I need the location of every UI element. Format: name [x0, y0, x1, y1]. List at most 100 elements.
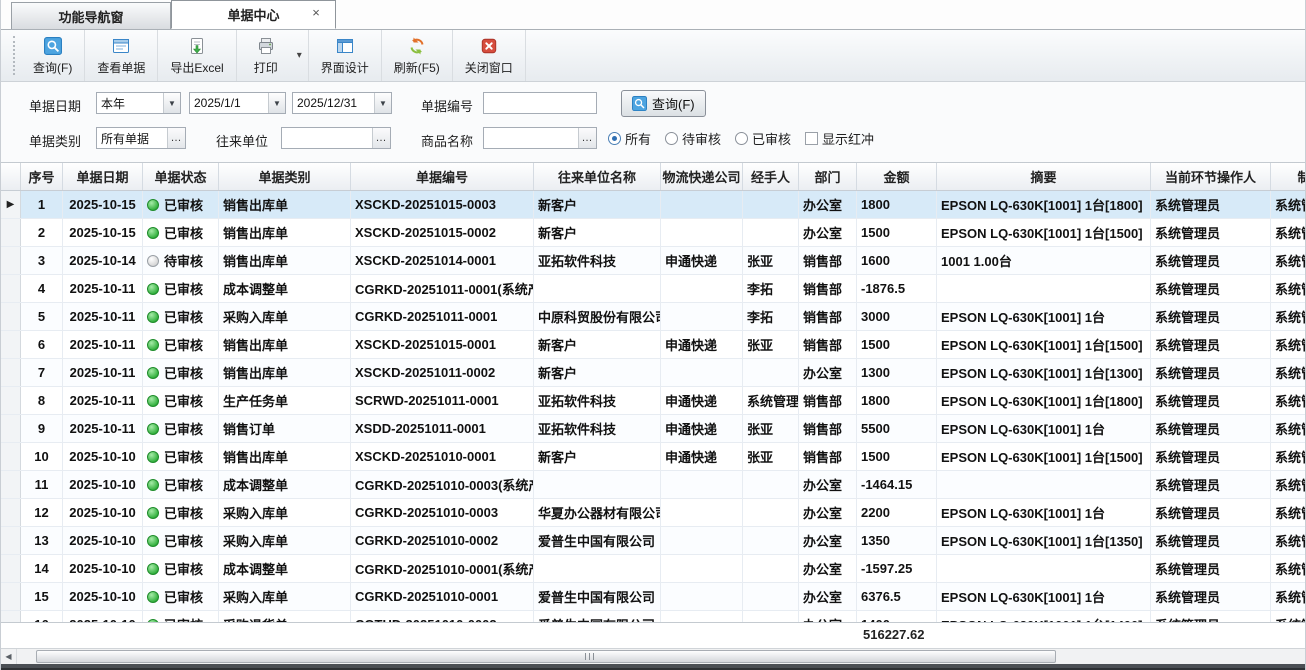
- cell-logistics[interactable]: 申通快递: [661, 443, 743, 470]
- cell-partner[interactable]: 爱普生中国有限公司: [534, 583, 661, 610]
- cell-summary[interactable]: [937, 275, 1151, 302]
- cell-amount[interactable]: 1500: [857, 219, 937, 246]
- cell-doc-status[interactable]: 已审核: [143, 443, 219, 470]
- cell-doc-date[interactable]: 2025-10-11: [63, 275, 143, 302]
- cell-summary[interactable]: EPSON LQ-630K[1001] 1台: [937, 415, 1151, 442]
- cell-amount[interactable]: 5500: [857, 415, 937, 442]
- cell-handler[interactable]: [743, 583, 799, 610]
- radio-approved[interactable]: 已审核: [735, 129, 791, 148]
- scrollbar-thumb[interactable]: [36, 650, 1056, 663]
- cell-doc-code[interactable]: XSCKD-20251015-0001: [351, 331, 534, 358]
- cell-amount[interactable]: 1350: [857, 527, 937, 554]
- cell-doc-status[interactable]: 待审核: [143, 247, 219, 274]
- cell-current-operator[interactable]: 系统管理员: [1151, 415, 1271, 442]
- cell-doc-status[interactable]: 已审核: [143, 583, 219, 610]
- tab-function-navigator[interactable]: 功能导航窗: [11, 2, 171, 29]
- cell-amount[interactable]: 2200: [857, 499, 937, 526]
- cell-department[interactable]: 销售部: [799, 443, 857, 470]
- cell-summary[interactable]: EPSON LQ-630K[1001] 1台[1500]: [937, 331, 1151, 358]
- radio-all[interactable]: 所有: [608, 129, 651, 148]
- cell-handler[interactable]: 张亚: [743, 247, 799, 274]
- cell-doc-code[interactable]: XSCKD-20251014-0001: [351, 247, 534, 274]
- cell-current-operator[interactable]: 系统管理员: [1151, 527, 1271, 554]
- cell-handler[interactable]: 李拓: [743, 303, 799, 330]
- cell-doc-code[interactable]: CGRKD-20251010-0001: [351, 583, 534, 610]
- row-selector-cell[interactable]: [1, 415, 21, 442]
- date-to-picker[interactable]: 2025/12/31 ▼: [292, 92, 392, 114]
- cell-doc-status[interactable]: 已审核: [143, 359, 219, 386]
- cell-department[interactable]: 销售部: [799, 247, 857, 274]
- cell-handler[interactable]: 张亚: [743, 331, 799, 358]
- cell-logistics[interactable]: 申通快递: [661, 331, 743, 358]
- cell-doc-code[interactable]: XSCKD-20251011-0002: [351, 359, 534, 386]
- cell-row-number[interactable]: 13: [21, 527, 63, 554]
- horizontal-scrollbar[interactable]: ◀: [1, 648, 1305, 664]
- cell-doc-type[interactable]: 成本调整单: [219, 555, 351, 582]
- row-selector-header[interactable]: [1, 163, 21, 190]
- cell-partner[interactable]: 新客户: [534, 331, 661, 358]
- cell-summary[interactable]: EPSON LQ-630K[1001] 1台[1300]: [937, 359, 1151, 386]
- chevron-down-icon[interactable]: ▼: [374, 93, 391, 113]
- cell-logistics[interactable]: 申通快递: [661, 387, 743, 414]
- row-selector-cell[interactable]: [1, 471, 21, 498]
- cell-doc-status[interactable]: 已审核: [143, 527, 219, 554]
- row-selector-cell[interactable]: [1, 555, 21, 582]
- cell-doc-status[interactable]: 已审核: [143, 387, 219, 414]
- cell-maker[interactable]: 系统管理员: [1271, 415, 1306, 442]
- row-selector-cell[interactable]: [1, 303, 21, 330]
- cell-current-operator[interactable]: 系统管理员: [1151, 499, 1271, 526]
- cell-logistics[interactable]: [661, 555, 743, 582]
- column-header[interactable]: 序号: [21, 163, 63, 190]
- cell-doc-status[interactable]: 已审核: [143, 303, 219, 330]
- query-filter-button[interactable]: 查询(F): [621, 90, 706, 117]
- cell-doc-date[interactable]: 2025-10-11: [63, 331, 143, 358]
- cell-handler[interactable]: [743, 191, 799, 218]
- partner-input[interactable]: …: [281, 127, 391, 149]
- cell-doc-type[interactable]: 销售出库单: [219, 219, 351, 246]
- date-range-select[interactable]: 本年 ▼: [96, 92, 181, 114]
- cell-amount[interactable]: 1500: [857, 443, 937, 470]
- cell-current-operator[interactable]: 系统管理员: [1151, 219, 1271, 246]
- cell-current-operator[interactable]: 系统管理员: [1151, 331, 1271, 358]
- cell-handler[interactable]: [743, 555, 799, 582]
- cell-doc-date[interactable]: 2025-10-10: [63, 499, 143, 526]
- cell-amount[interactable]: 1300: [857, 359, 937, 386]
- cell-row-number[interactable]: 2: [21, 219, 63, 246]
- cell-doc-code[interactable]: CGRKD-20251010-0002: [351, 527, 534, 554]
- cell-maker[interactable]: 系统管理员: [1271, 331, 1306, 358]
- cell-amount[interactable]: 6376.5: [857, 583, 937, 610]
- cell-summary[interactable]: EPSON LQ-630K[1001] 1台[1500]: [937, 443, 1151, 470]
- cell-logistics[interactable]: [661, 527, 743, 554]
- ellipsis-picker-icon[interactable]: …: [372, 128, 390, 148]
- cell-handler[interactable]: 张亚: [743, 443, 799, 470]
- cell-handler[interactable]: [743, 359, 799, 386]
- cell-current-operator[interactable]: 系统管理员: [1151, 247, 1271, 274]
- refresh-button[interactable]: 刷新(F5): [382, 30, 453, 81]
- cell-current-operator[interactable]: 系统管理员: [1151, 191, 1271, 218]
- column-header[interactable]: 部门: [799, 163, 857, 190]
- cell-summary[interactable]: 1001 1.00台: [937, 247, 1151, 274]
- cell-doc-type[interactable]: 采购入库单: [219, 303, 351, 330]
- show-red-checkbox[interactable]: 显示红冲: [791, 129, 874, 148]
- cell-doc-code[interactable]: XSCKD-20251015-0002: [351, 219, 534, 246]
- cell-maker[interactable]: 系统管理员: [1271, 275, 1306, 302]
- cell-doc-code[interactable]: CGRKD-20251010-0001(系统产: [351, 555, 534, 582]
- cell-logistics[interactable]: [661, 471, 743, 498]
- cell-amount[interactable]: -1597.25: [857, 555, 937, 582]
- cell-current-operator[interactable]: 系统管理员: [1151, 471, 1271, 498]
- table-row[interactable]: 5 2025-10-11 已审核 采购入库单 CGRKD-20251011-00…: [1, 303, 1306, 331]
- table-row[interactable]: 8 2025-10-11 已审核 生产任务单 SCRWD-20251011-00…: [1, 387, 1306, 415]
- cell-doc-status[interactable]: 已审核: [143, 191, 219, 218]
- cell-summary[interactable]: [937, 471, 1151, 498]
- scroll-left-arrow-icon[interactable]: ◀: [1, 649, 17, 664]
- row-selector-cell[interactable]: ▶: [1, 191, 21, 218]
- table-row[interactable]: 4 2025-10-11 已审核 成本调整单 CGRKD-20251011-00…: [1, 275, 1306, 303]
- cell-summary[interactable]: EPSON LQ-630K[1001] 1台[1500]: [937, 219, 1151, 246]
- cell-doc-code[interactable]: CGRKD-20251010-0003(系统产: [351, 471, 534, 498]
- column-header[interactable]: 摘要: [937, 163, 1151, 190]
- column-header[interactable]: 单据类别: [219, 163, 351, 190]
- column-header[interactable]: 经手人: [743, 163, 799, 190]
- cell-logistics[interactable]: 申通快递: [661, 247, 743, 274]
- view-document-button[interactable]: 查看单据: [85, 30, 158, 81]
- column-header[interactable]: 制单: [1271, 163, 1306, 190]
